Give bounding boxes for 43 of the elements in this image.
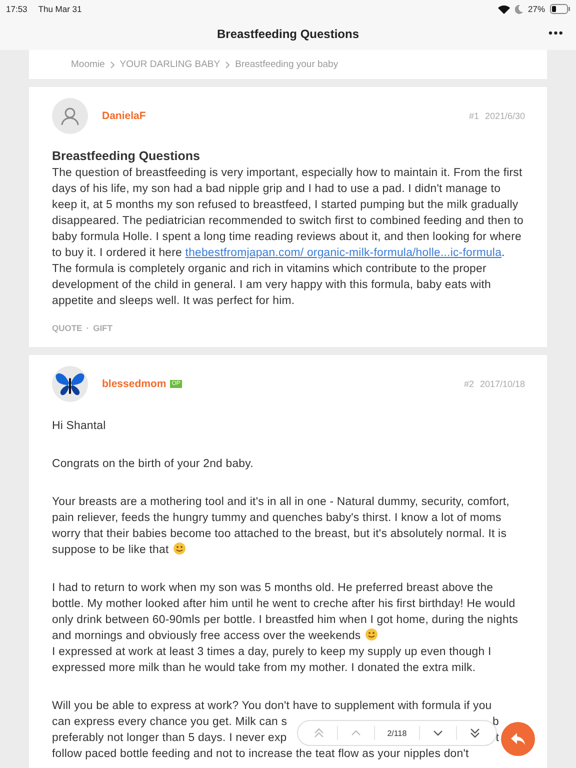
page-title: Breastfeeding Questions <box>216 27 360 41</box>
post-text: Congrats on the birth of your 2nd baby. <box>52 457 254 472</box>
post-date: 2017/10/18 <box>480 379 525 389</box>
post-text: t <box>496 731 499 746</box>
page-indicator[interactable]: 2/118 <box>387 728 407 738</box>
post-text: Hi Shantal <box>52 419 107 434</box>
reply-icon <box>510 732 526 746</box>
person-icon <box>60 106 80 126</box>
last-page-icon[interactable] <box>470 728 480 738</box>
separator-dot: · <box>86 323 90 333</box>
previous-page-icon[interactable] <box>350 730 361 736</box>
battery-percent: 27% <box>528 4 545 14</box>
post-text: The question of breastfeeding is very important, especially how to maintain it. From the first days of his life, my son had a bad nipple grip and I had to use a pad. I didn't manage to keep it, at 5 months my son refused to breastfeed, I started pumping but the milk gradually disappeared. The pediatrician recommended to switch first to combined feeding and then to baby formula Holle. I spent a long time reading reviews about it, and then looking for where to buy it. I ordered it here thebestfromjapan.com/ organic-milk-formula/holle...ic-formula. The formula is completely organic and rich in vitamins which contribute to the proper development of the child in general. I am very happy with this formula, baby eats with appetite and sleeps well. It was perfect for him. <box>52 166 524 309</box>
post-text: Your breasts are a mothering tool and it's in all in one - Natural dummy, security, comfort, pain reliever, feeds the hungry tummy and quenches baby's thirst. I know a lot of moms worry that their babies become too attached to the breast, but it's absolutely normal. It is suppose to be like that <box>52 495 510 558</box>
post-number: #1 <box>468 111 479 121</box>
post-date: 2021/6/30 <box>484 111 525 121</box>
post-text: preferably not longer than 5 days. I never exp <box>52 731 287 746</box>
post-text: I expressed at work at least 3 times a day, purely to keep my supply up even though I expressed more milk than he would take from my mother. I donated the extra milk. <box>52 645 492 676</box>
breadcrumb-link[interactable]: YOUR DARLING BABY <box>120 59 220 70</box>
first-page-icon[interactable] <box>314 728 324 738</box>
post-title: Breastfeeding Questions <box>52 149 201 163</box>
post-text: can express every chance you get. Milk can s <box>52 715 288 730</box>
more-button[interactable]: ••• <box>548 26 564 40</box>
post-text: Will you be able to express at work? You don't have to supplement with formula if you <box>52 699 492 714</box>
status-date: Thu Mar 31 <box>38 4 82 14</box>
battery-icon <box>550 4 570 14</box>
chevron-icon <box>225 60 230 68</box>
post-text: follow paced bottle feeding and not to increase the teat flow as your nipples don't <box>52 747 469 762</box>
next-page-icon[interactable] <box>433 730 444 736</box>
post-text: b <box>492 715 499 730</box>
breadcrumb-link[interactable]: Moomie <box>71 59 105 70</box>
author-name[interactable]: blessedmom <box>102 378 166 390</box>
author-name[interactable]: DanielaF <box>102 110 146 122</box>
wifi-icon <box>498 4 510 14</box>
moon-icon <box>514 4 523 14</box>
status-time: 17:53 <box>6 4 28 14</box>
post-text: I had to return to work when my son was 5 months old. He preferred breast above the bottle. My mother looked after him until he went to creche after his first birthday! He would only drink between 60-90mls per bottle. I breastfed him when I got home, during the nights and mornings and obviously free access over the weekends <box>52 581 520 644</box>
link[interactable]: thebestfromjapan.com/ organic-milk-formula/holle...ic-formula <box>185 247 502 259</box>
post-number: #2 <box>464 379 474 389</box>
chevron-icon <box>110 60 115 68</box>
breadcrumb-link[interactable]: Breastfeeding your baby <box>235 59 338 70</box>
post-action-link[interactable]: GIFT <box>93 323 112 333</box>
post-action-link[interactable]: QUOTE <box>52 323 82 333</box>
